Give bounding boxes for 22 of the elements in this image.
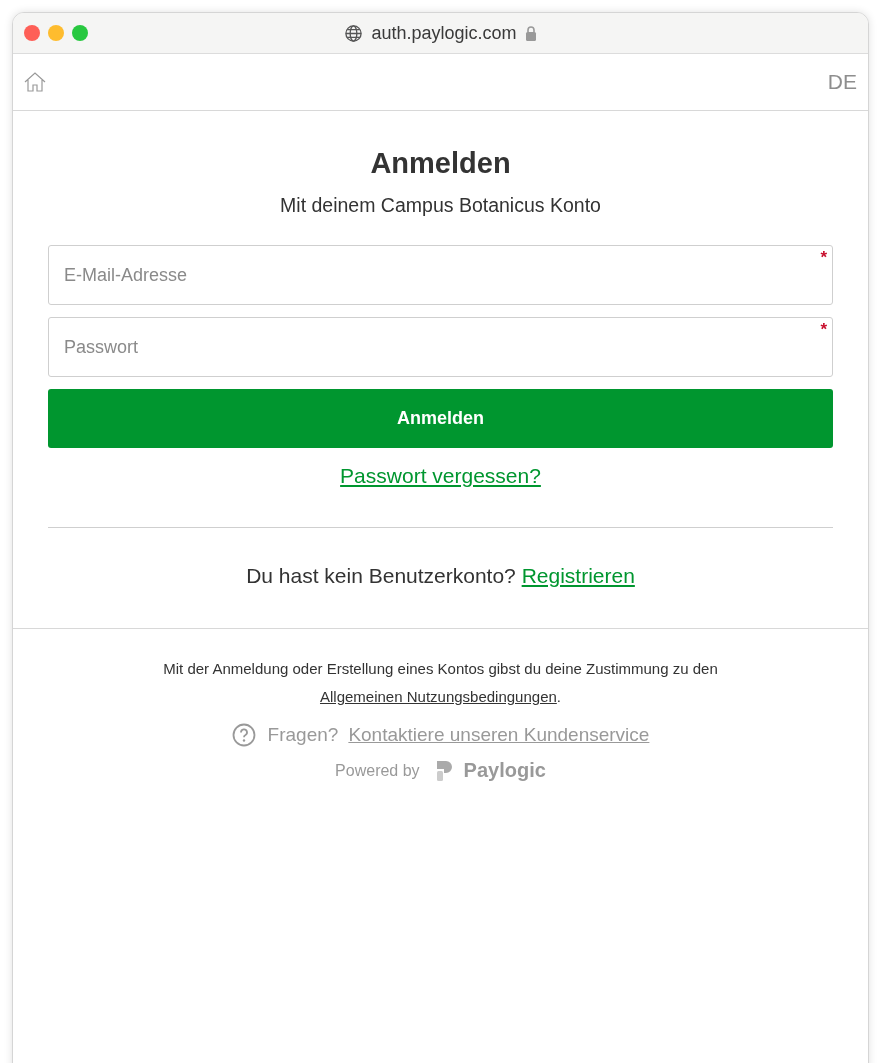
- forgot-password-link[interactable]: Passwort vergessen?: [340, 464, 541, 487]
- globe-icon: [344, 23, 364, 43]
- powered-by-label: Powered by: [335, 761, 420, 780]
- login-title: Anmelden: [369, 147, 512, 180]
- terms-text: Mit der Anmeldung oder Erstellung eines Kontos gibst du deine Zustimmung zu den Allgemeinen Nutzungsbedingungen.: [162, 659, 719, 707]
- help-label: Fragen?: [267, 724, 339, 746]
- customer-service-link[interactable]: Kontaktiere unseren Kundenservice: [348, 724, 650, 746]
- minimize-button[interactable]: [48, 25, 64, 41]
- terms-link[interactable]: Allgemeinen Nutzungsbedingungen: [320, 688, 557, 705]
- register-link[interactable]: Registrieren: [521, 564, 635, 587]
- register-prompt: Du hast kein Benutzerkonto? Registrieren: [245, 564, 636, 588]
- address-text[interactable]: auth.paylogic.com: [371, 22, 517, 44]
- home-icon[interactable]: [23, 70, 47, 94]
- zoom-button[interactable]: [72, 25, 88, 41]
- required-marker: *: [820, 248, 827, 268]
- language-selector[interactable]: DE: [827, 70, 857, 94]
- brand-name: Paylogic: [463, 759, 546, 782]
- help-icon: [231, 723, 256, 747]
- login-subtitle: Mit deinem Campus Botanicus Konto: [279, 194, 602, 217]
- login-button[interactable]: Anmelden: [48, 389, 833, 448]
- required-marker: *: [820, 320, 827, 340]
- close-button[interactable]: [24, 25, 40, 41]
